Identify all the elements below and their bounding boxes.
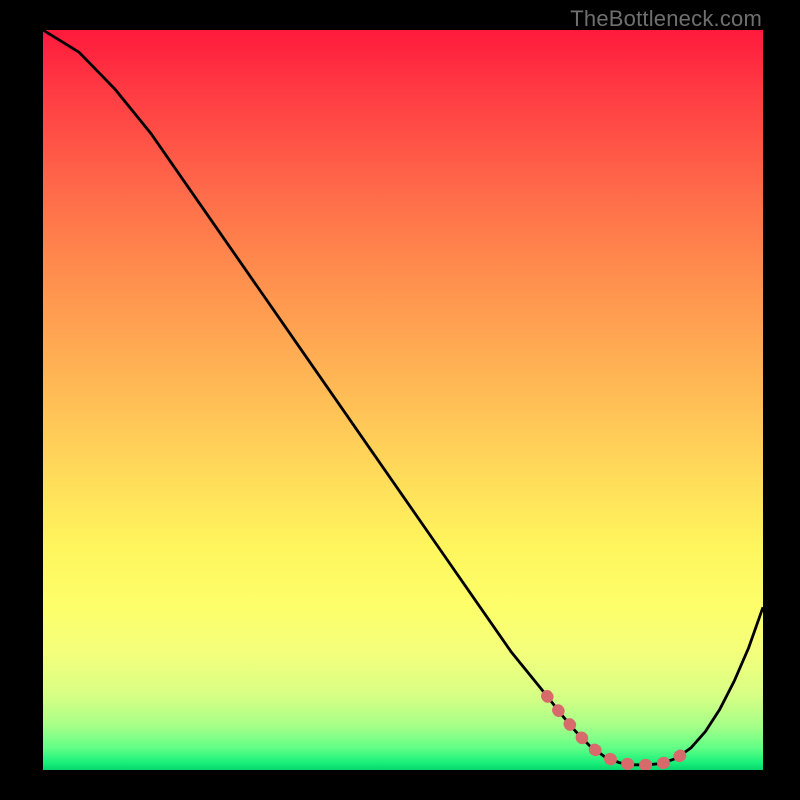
curve-svg [43, 30, 763, 770]
optimal-range-dots [547, 696, 691, 765]
chart-frame: TheBottleneck.com [0, 0, 800, 800]
bottleneck-curve [43, 30, 763, 765]
plot-area [43, 30, 763, 770]
watermark-text: TheBottleneck.com [570, 6, 762, 32]
